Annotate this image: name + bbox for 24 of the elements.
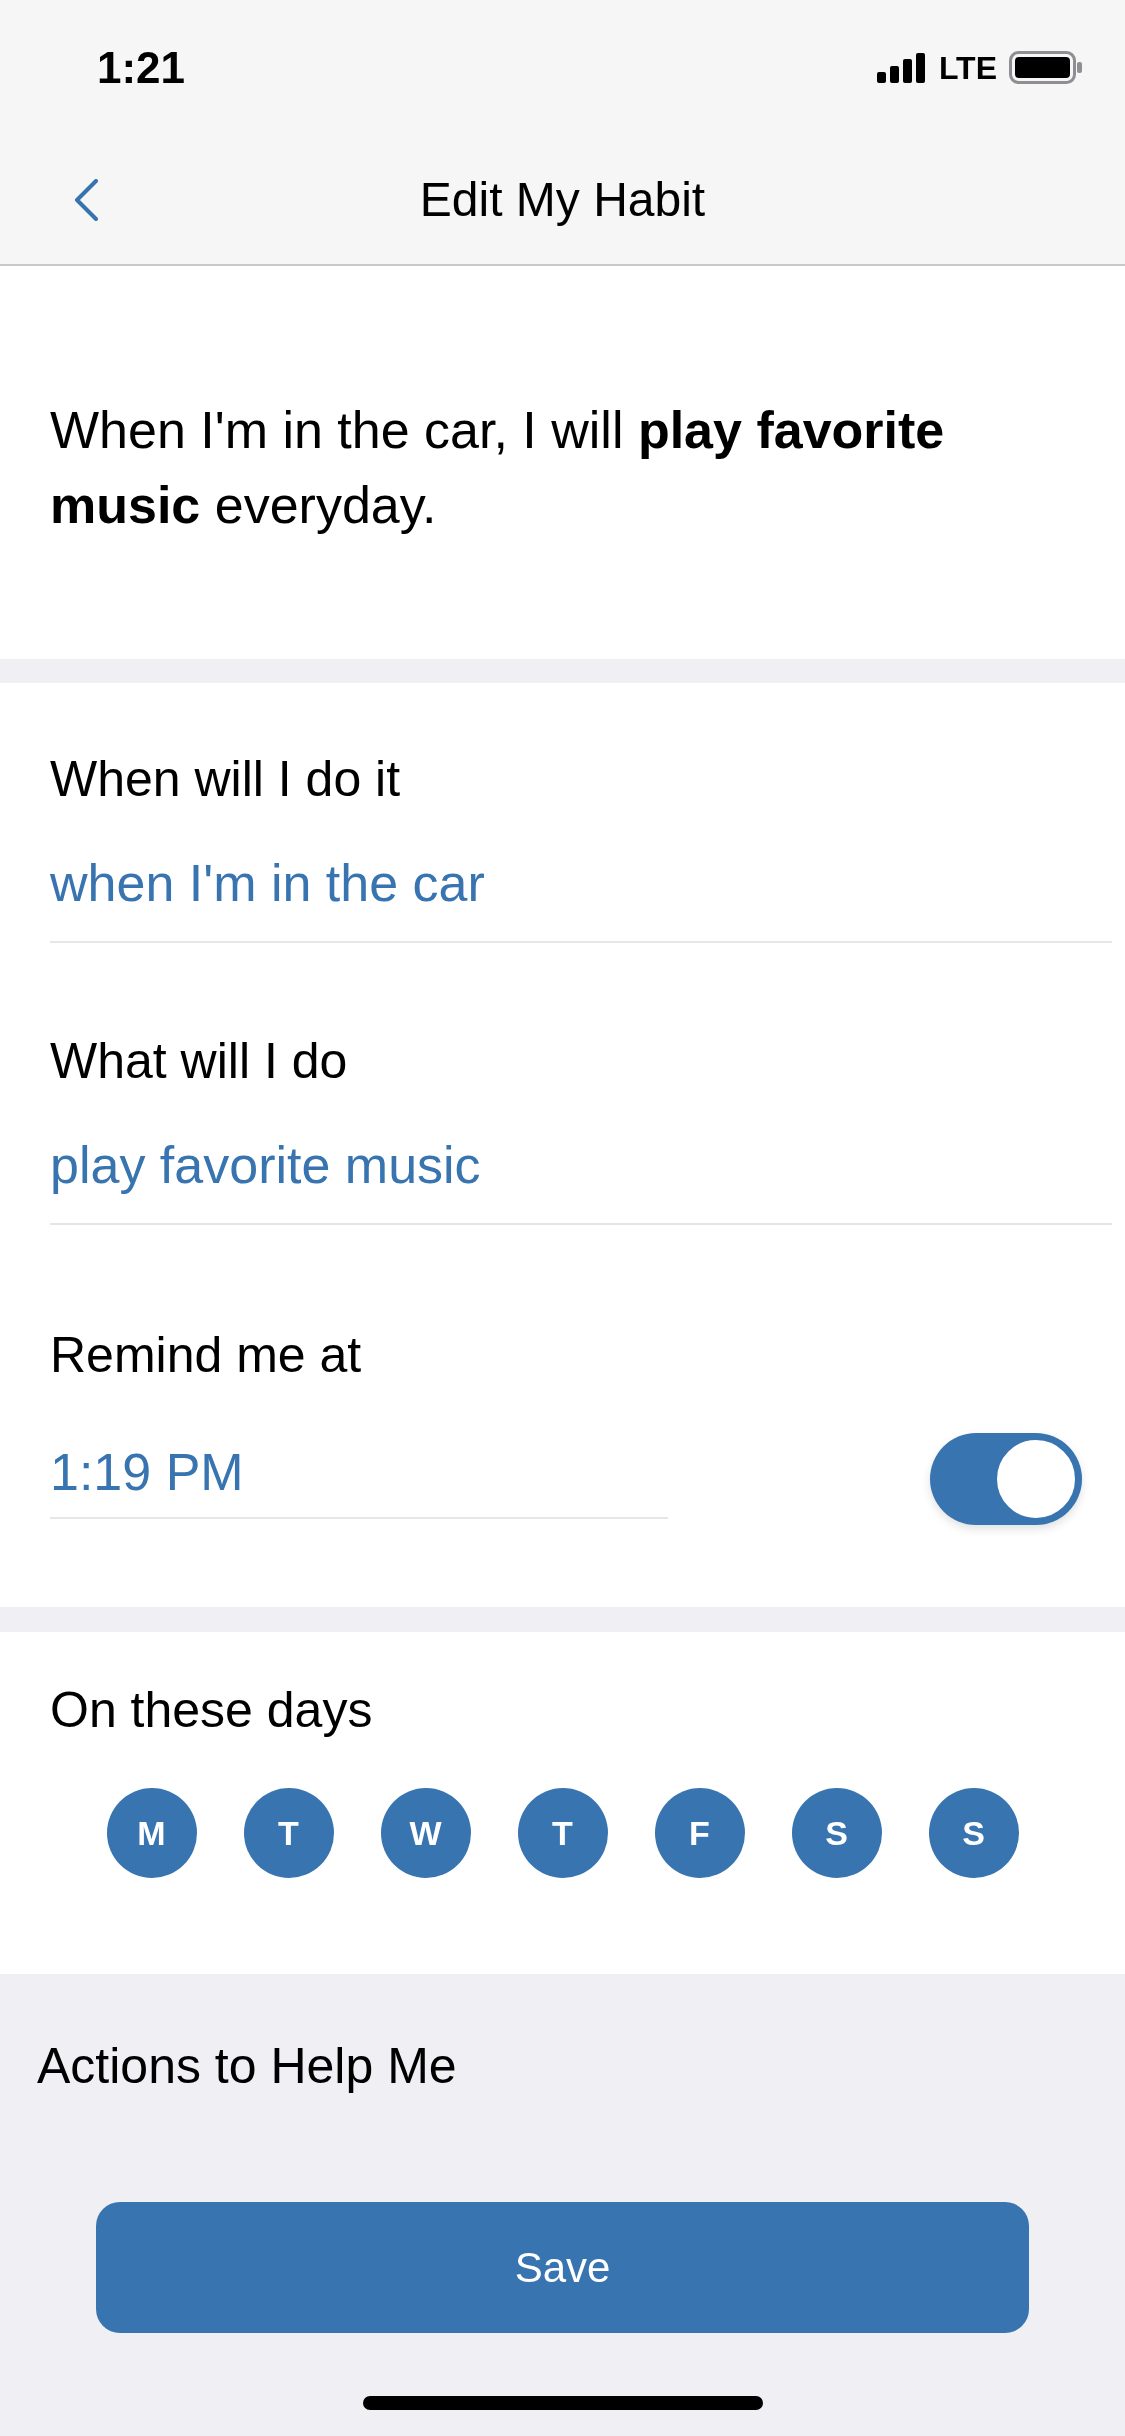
day-toggle[interactable]: T <box>517 1788 608 1878</box>
day-toggle[interactable]: F <box>654 1788 745 1878</box>
day-toggle[interactable]: S <box>928 1788 1019 1878</box>
reminder-toggle[interactable] <box>930 1433 1082 1525</box>
day-toggle[interactable]: M <box>106 1788 197 1878</box>
field-label: Remind me at <box>50 1326 363 1384</box>
field-label: What will I do <box>50 1032 349 1090</box>
back-chevron-icon <box>73 178 99 221</box>
save-button[interactable]: Save <box>96 2202 1029 2333</box>
days-label: On these days <box>50 1681 374 1739</box>
battery-icon <box>1009 51 1082 84</box>
signal-icon <box>876 52 927 83</box>
day-toggle[interactable]: T <box>243 1788 334 1878</box>
actions-heading: Actions to Help Me <box>36 2037 458 2095</box>
time-field[interactable]: 1:19 PM <box>50 1439 668 1519</box>
field-label: When will I do it <box>50 750 402 808</box>
screen-title: Edit My Habit <box>419 175 706 224</box>
habit-summary: When I'm in the car, I will play favorite music everyday. <box>50 400 946 536</box>
network-label: LTE <box>938 51 997 84</box>
day-toggle[interactable]: S <box>791 1788 882 1878</box>
input-field[interactable]: when I'm in the car <box>50 854 1112 943</box>
input-field[interactable]: play favorite music <box>50 1136 1112 1225</box>
day-toggle[interactable]: W <box>380 1788 471 1878</box>
status-time: 1:21 <box>97 45 186 90</box>
